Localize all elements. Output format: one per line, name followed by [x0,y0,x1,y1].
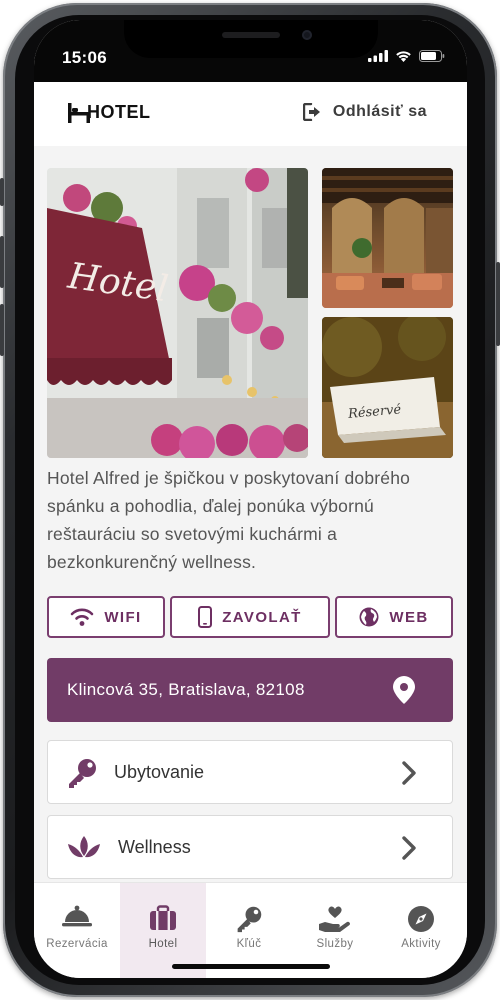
address-bar[interactable]: Klincová 35, Bratislava, 82108 [47,658,453,722]
tab-label: Hotel [148,938,178,950]
logout-label: Odhlásiť sa [332,103,427,120]
chevron-right-icon [402,836,416,860]
reserved-table-photo: Réservé [322,317,453,458]
call-label: ZAVOLAŤ [222,608,302,626]
hotel-facade-photo: Hotel [47,168,308,458]
menu-item-wellness[interactable]: Wellness [47,815,453,879]
key-icon [237,906,262,933]
hotel-description: Hotel Alfred je špičkou v poskytovaní do… [47,468,411,572]
wifi-icon [71,608,94,626]
cellular-signal-icon [368,50,388,62]
call-button[interactable]: ZAVOLAŤ [170,596,330,638]
wifi-label: WIFI [104,608,142,626]
menu-item-ubytovanie[interactable]: Ubytovanie [47,740,453,804]
status-time: 15:06 [62,48,107,67]
web-button[interactable]: WEB [335,596,453,638]
wifi-status-icon [396,51,411,62]
map-marker-icon [393,676,415,704]
tab-label: Aktivity [401,938,441,950]
address-text: Klincová 35, Bratislava, 82108 [67,680,305,699]
web-label: WEB [389,608,429,626]
status-bar: 15:06 [34,20,467,82]
power-button [496,262,500,346]
chevron-right-icon [402,761,416,785]
reserved-illustration: Réservé [322,317,453,458]
volume-up-button [0,236,4,288]
lotus-icon [68,836,100,858]
tab-label: Služby [316,938,354,950]
mute-switch [0,178,4,206]
tab-aktivity[interactable]: Aktivity [378,883,464,978]
mobile-phone-icon [198,606,213,628]
wifi-button[interactable]: WIFI [47,596,165,638]
contact-actions: WIFI ZAVOLAŤ WEB [47,596,453,638]
notch [124,20,378,58]
tab-label: Kľúč [236,938,262,950]
app-header: HOTEL Odhlásiť sa [34,82,467,146]
logo-text: HOTEL [87,102,151,122]
logout-button[interactable]: Odhlásiť sa [302,103,427,121]
hotel-content: Hotel Réservé Hotel Alfred je špičkou v … [34,146,467,886]
app-screen: 15:06 HOTEL Odhlásiť sa Hotel Réservé Ho… [34,20,467,978]
volume-down-button [0,304,4,356]
status-icons [368,50,445,62]
tab-rezervacia[interactable]: Rezervácia [34,883,120,978]
cloche-icon [62,905,92,927]
compass-icon [408,906,434,932]
facade-illustration: Hotel [47,168,308,458]
hand-heart-icon [319,906,350,932]
home-indicator[interactable] [172,964,330,969]
key-icon [69,759,96,788]
front-camera [302,30,312,40]
tab-label: Rezervácia [46,938,108,950]
globe-icon [359,607,379,627]
battery-icon [419,50,445,62]
lobby-illustration [322,168,453,308]
menu-item-label: Wellness [118,837,191,857]
hotel-lobby-photo [322,168,453,308]
menu-item-label: Ubytovanie [114,762,205,782]
sign-out-icon [302,103,320,121]
earpiece [222,32,280,38]
hotel-logo: HOTEL [68,102,151,123]
suitcase-icon [150,905,176,930]
